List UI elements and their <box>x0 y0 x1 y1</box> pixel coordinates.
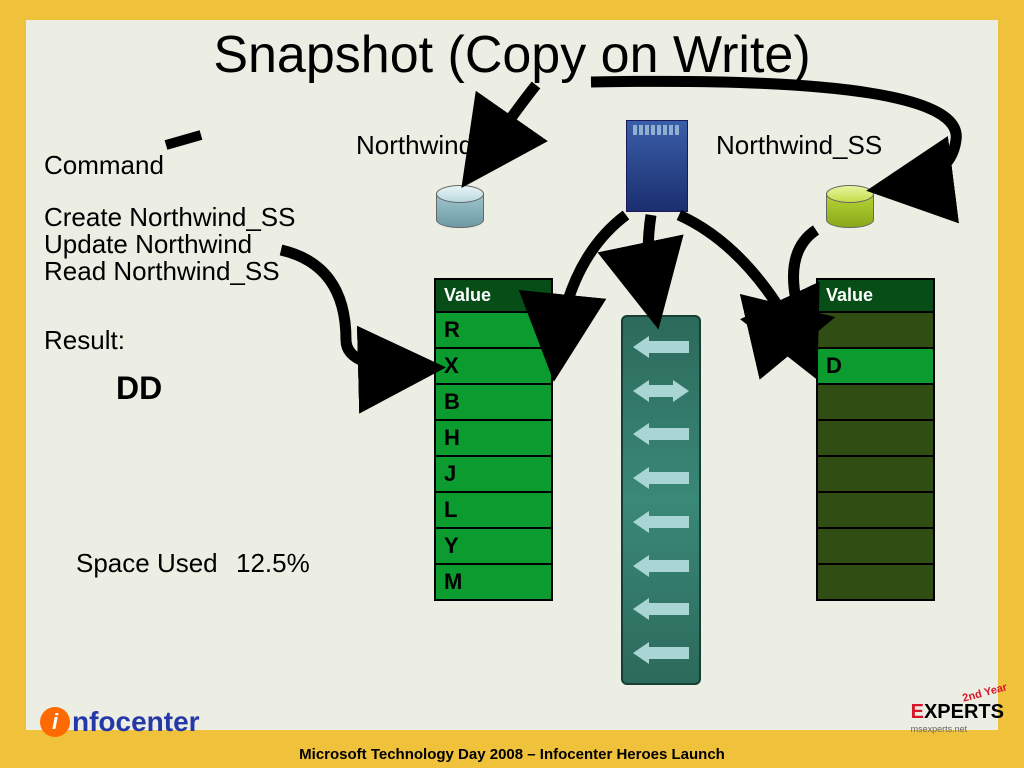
northwind-table: Value R X B H J L Y M <box>434 278 553 601</box>
infocenter-logo: infocenter <box>40 706 200 738</box>
table-row: Y <box>436 529 551 565</box>
label-northwind-ss: Northwind_SS <box>716 130 882 161</box>
table-row <box>818 385 933 421</box>
table-row <box>818 529 933 565</box>
slide-canvas: Snapshot (Copy on Write) Command Create … <box>26 20 998 730</box>
table-row <box>818 313 933 349</box>
label-command: Command <box>44 150 164 181</box>
result-value: DD <box>116 370 162 407</box>
left-arrow-icon <box>633 511 689 533</box>
table-header: Value <box>436 280 551 313</box>
label-space-used: Space Used <box>76 548 218 579</box>
left-arrow-icon <box>633 423 689 445</box>
double-arrow-icon <box>633 380 689 402</box>
database-snapshot-icon <box>826 185 872 235</box>
table-row: R <box>436 313 551 349</box>
table-row: H <box>436 421 551 457</box>
table-row: M <box>436 565 551 599</box>
table-row <box>818 493 933 529</box>
label-northwind: Northwind <box>356 130 473 161</box>
pointer-column <box>621 315 701 685</box>
table-row: X <box>436 349 551 385</box>
table-row <box>818 565 933 599</box>
snapshot-table: Value D <box>816 278 935 601</box>
command-3: Read Northwind_SS <box>44 256 280 287</box>
table-row: J <box>436 457 551 493</box>
left-arrow-icon <box>633 336 689 358</box>
label-result: Result: <box>44 325 125 356</box>
left-arrow-icon <box>633 555 689 577</box>
table-row <box>818 457 933 493</box>
server-icon <box>626 120 688 212</box>
left-arrow-icon <box>633 642 689 664</box>
table-row: B <box>436 385 551 421</box>
footer-text: Microsoft Technology Day 2008 – Infocent… <box>0 742 1024 768</box>
database-icon <box>436 185 482 235</box>
table-row: L <box>436 493 551 529</box>
table-header: Value <box>818 280 933 313</box>
logo-bullet-icon: i <box>40 707 70 737</box>
experts-logo: 2nd Year EXPERTS msexperts.net <box>911 701 1004 734</box>
slide-title: Snapshot (Copy on Write) <box>26 25 998 85</box>
table-row <box>818 421 933 457</box>
table-row: D <box>818 349 933 385</box>
space-used-value: 12.5% <box>236 548 310 579</box>
left-arrow-icon <box>633 598 689 620</box>
left-arrow-icon <box>633 467 689 489</box>
